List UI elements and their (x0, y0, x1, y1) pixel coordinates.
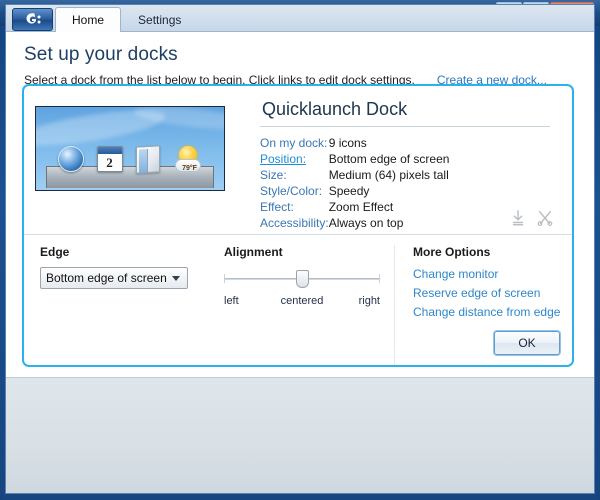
ok-button-label: OK (518, 336, 536, 350)
dock-panel-top: 2 79°F Quicklaunch Dock On my dock: 9 ic… (24, 86, 572, 234)
tab-settings-label: Settings (138, 13, 182, 27)
download-icon[interactable] (509, 209, 527, 227)
chevron-down-icon (172, 276, 180, 281)
table-row: Style/Color: Speedy (260, 183, 449, 199)
dock-preview-icons: 2 79°F (52, 144, 208, 174)
application-window: ✕ Home Settings Set up your docks Select… (0, 0, 600, 500)
preview-document-icon (135, 145, 164, 174)
alignment-label-right: right (358, 295, 380, 307)
page-content: Set up your docks Select a dock from the… (6, 32, 594, 493)
alignment-slider-labels: left centered right (224, 295, 380, 309)
spec-label-position[interactable]: Position: (260, 151, 329, 167)
change-monitor-link[interactable]: Change monitor (413, 267, 572, 281)
alignment-label-left: left (224, 295, 239, 307)
dock-name: Quicklaunch Dock (260, 86, 550, 127)
edge-section: Edge Bottom edge of screen (24, 245, 224, 365)
spec-value-position: Bottom edge of screen (328, 152, 450, 166)
slider-thumb[interactable] (296, 270, 309, 288)
dock-panel-actions (509, 209, 554, 227)
spec-label-style-color[interactable]: Style/Color: (260, 183, 329, 199)
reserve-edge-link[interactable]: Reserve edge of screen (413, 286, 572, 300)
edge-section-title: Edge (40, 245, 70, 259)
dock-panel[interactable]: 2 79°F Quicklaunch Dock On my dock: 9 ic… (22, 84, 574, 367)
tab-home-label: Home (72, 12, 105, 27)
app-logo-icon (12, 8, 53, 31)
table-row: Effect: Zoom Effect (260, 199, 449, 215)
page-empty-area (6, 377, 594, 493)
preview-weather-icon: 79°F (174, 146, 203, 174)
slider-tick-right (379, 274, 380, 283)
table-row: On my dock: 9 icons (260, 135, 449, 151)
spec-value-style-color: Speedy (328, 184, 370, 198)
preview-calendar-icon: 2 (96, 146, 125, 174)
spec-label-effect[interactable]: Effect: (260, 199, 329, 215)
calendar-day-label: 2 (106, 155, 113, 170)
more-options-title: More Options (413, 245, 491, 259)
spec-label-accessibility[interactable]: Accessibility: (260, 215, 329, 231)
dock-options-row: Edge Bottom edge of screen Alignment lef… (24, 234, 572, 365)
spec-value-accessibility: Always on top (328, 216, 404, 230)
edge-select-value: Bottom edge of screen (46, 271, 167, 285)
spec-value-on-my-dock: 9 icons (328, 136, 367, 150)
page-header: Set up your docks Select a dock from the… (6, 32, 594, 87)
scissors-icon[interactable] (536, 209, 554, 227)
ok-button[interactable]: OK (494, 331, 560, 355)
tab-strip: Home Settings (6, 5, 594, 32)
table-row: Accessibility: Always on top (260, 215, 449, 231)
spec-value-effect: Zoom Effect (328, 200, 394, 214)
alignment-section-title: Alignment (224, 245, 283, 259)
alignment-label-center: centered (280, 295, 324, 307)
alignment-section: Alignment left centered right (224, 245, 394, 365)
tab-settings[interactable]: Settings (121, 8, 198, 31)
spec-label-size[interactable]: Size: (260, 167, 329, 183)
dock-details: Quicklaunch Dock On my dock: 9 icons Pos… (260, 86, 560, 231)
table-row: Size: Medium (64) pixels tall (260, 167, 449, 183)
alignment-slider[interactable] (224, 269, 380, 291)
change-distance-link[interactable]: Change distance from edge (413, 305, 572, 319)
dock-preview-thumbnail[interactable]: 2 79°F (35, 106, 225, 191)
page-title: Set up your docks (24, 44, 178, 65)
slider-tick-left (224, 274, 225, 283)
weather-temp-label: 79°F (182, 165, 197, 172)
spec-label-on-my-dock: On my dock: (260, 136, 328, 150)
table-row: Position: Bottom edge of screen (260, 151, 449, 167)
preview-windows-orb-icon (57, 146, 86, 174)
edge-select[interactable]: Bottom edge of screen (40, 267, 188, 289)
window-client-area: Home Settings Set up your docks Select a… (5, 4, 595, 494)
tab-home[interactable]: Home (55, 7, 122, 32)
dock-specs-table: On my dock: 9 icons Position: Bottom edg… (260, 135, 449, 231)
spec-value-size: Medium (64) pixels tall (328, 168, 449, 182)
